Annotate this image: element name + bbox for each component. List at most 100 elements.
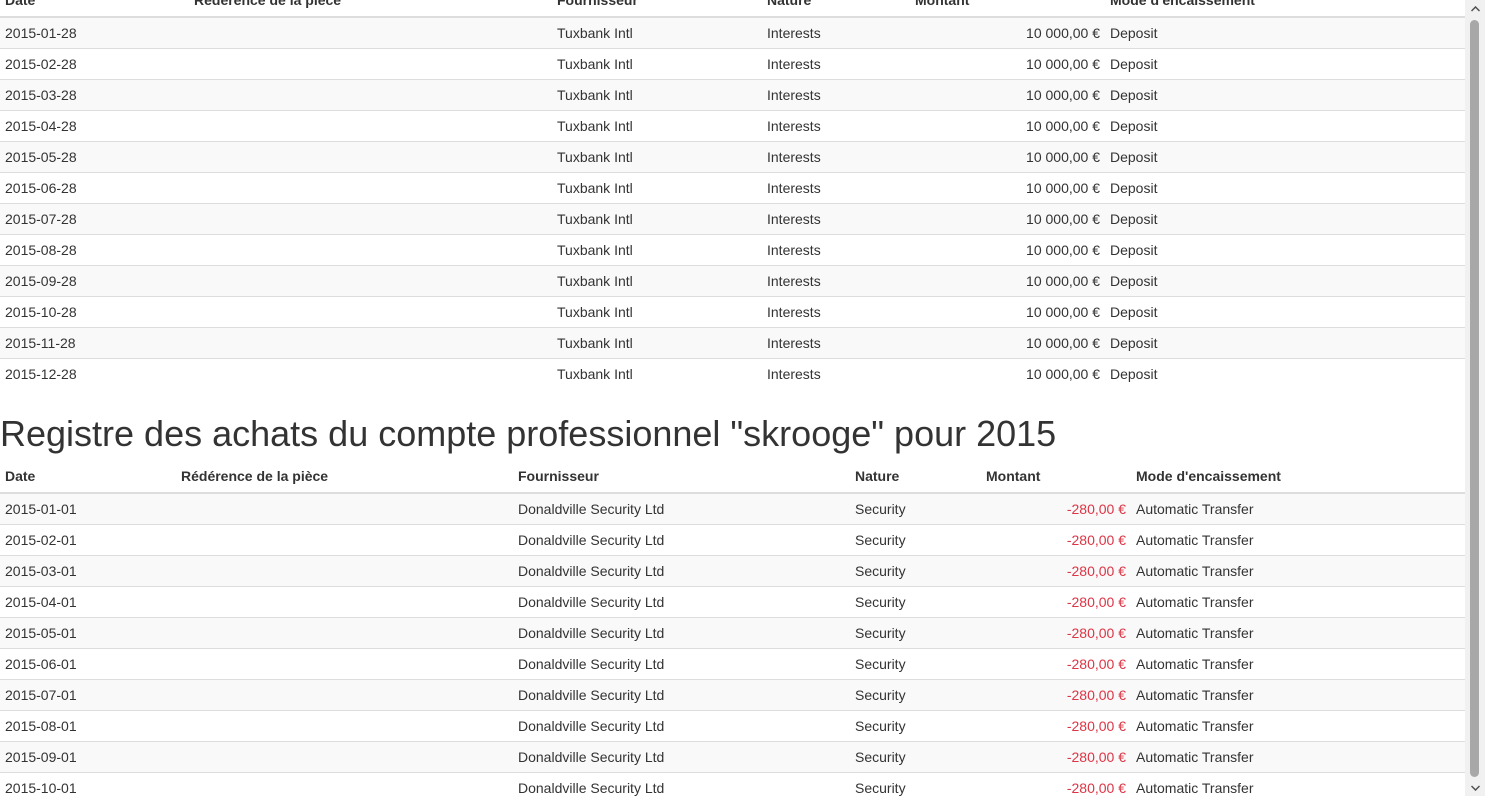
table-row: 2015-03-28 Tuxbank Intl Interests 10 000,00…: [0, 79, 1465, 111]
cell-supplier: Tuxbank Intl: [552, 234, 762, 266]
cell-payment-mode: Automatic Transfer: [1131, 586, 1465, 618]
vertical-scrollbar[interactable]: [1465, 0, 1485, 796]
cell-supplier: Donaldville Security Ltd: [513, 679, 850, 711]
column-header-date[interactable]: Date: [0, 0, 189, 18]
cell-reference: [176, 710, 513, 742]
cell-payment-mode: Deposit: [1105, 79, 1465, 111]
purchases-table-body: 2015-01-01 Donaldville Security Ltd Securi…: [0, 492, 1465, 796]
cell-reference: [176, 741, 513, 773]
cell-date: 2015-10-28: [0, 296, 189, 328]
cell-amount: -280,00 €: [981, 772, 1131, 796]
cell-payment-mode: Deposit: [1105, 234, 1465, 266]
cell-payment-mode: Deposit: [1105, 265, 1465, 297]
column-header-nature[interactable]: Nature: [762, 0, 910, 18]
cell-amount: 10 000,00 €: [910, 79, 1105, 111]
cell-reference: [189, 234, 552, 266]
table-row: 2015-04-01 Donaldville Security Ltd Securi…: [0, 586, 1465, 618]
cell-payment-mode: Deposit: [1105, 141, 1465, 173]
cell-date: 2015-01-28: [0, 16, 189, 49]
chevron-down-icon[interactable]: [1465, 779, 1485, 796]
cell-supplier: Donaldville Security Ltd: [513, 555, 850, 587]
table-row: 2015-06-01 Donaldville Security Ltd Securi…: [0, 648, 1465, 680]
cell-nature: Interests: [762, 358, 910, 389]
cell-supplier: Tuxbank Intl: [552, 110, 762, 142]
cell-supplier: Donaldville Security Ltd: [513, 648, 850, 680]
cell-amount: -280,00 €: [981, 524, 1131, 556]
cell-amount: -280,00 €: [981, 648, 1131, 680]
cell-payment-mode: Automatic Transfer: [1131, 710, 1465, 742]
cell-reference: [176, 492, 513, 525]
cell-reference: [189, 79, 552, 111]
cell-reference: [189, 110, 552, 142]
cell-payment-mode: Deposit: [1105, 358, 1465, 389]
cell-nature: Interests: [762, 172, 910, 204]
cell-amount: -280,00 €: [981, 710, 1131, 742]
column-header-nature[interactable]: Nature: [850, 461, 981, 494]
cell-payment-mode: Automatic Transfer: [1131, 555, 1465, 587]
cell-date: 2015-03-28: [0, 79, 189, 111]
column-header-supplier[interactable]: Fournisseur: [552, 0, 762, 18]
column-header-reference[interactable]: Rédérence de la pièce: [176, 461, 513, 494]
cell-payment-mode: Automatic Transfer: [1131, 741, 1465, 773]
column-header-supplier[interactable]: Fournisseur: [513, 461, 850, 494]
cell-amount: -280,00 €: [981, 679, 1131, 711]
cell-payment-mode: Automatic Transfer: [1131, 617, 1465, 649]
cell-date: 2015-02-01: [0, 524, 176, 556]
cell-amount: 10 000,00 €: [910, 172, 1105, 204]
cell-date: 2015-01-01: [0, 492, 176, 525]
purchases-register-table: Date Rédérence de la pièce Fournisseur N…: [0, 461, 1465, 796]
cell-amount: 10 000,00 €: [910, 16, 1105, 49]
cell-nature: Security: [850, 679, 981, 711]
cell-payment-mode: Deposit: [1105, 110, 1465, 142]
cell-date: 2015-06-01: [0, 648, 176, 680]
table-row: 2015-09-01 Donaldville Security Ltd Securi…: [0, 741, 1465, 773]
column-header-amount[interactable]: Montant: [910, 0, 1105, 18]
cell-date: 2015-07-01: [0, 679, 176, 711]
cell-nature: Security: [850, 524, 981, 556]
chevron-up-icon[interactable]: [1465, 0, 1485, 17]
column-header-reference[interactable]: Rédérence de la pièce: [189, 0, 552, 18]
cell-date: 2015-06-28: [0, 172, 189, 204]
sales-register-table: Date Rédérence de la pièce Fournisseur N…: [0, 0, 1465, 389]
cell-amount: -280,00 €: [981, 555, 1131, 587]
cell-supplier: Donaldville Security Ltd: [513, 586, 850, 618]
table-row: 2015-06-28 Tuxbank Intl Interests 10 000,00…: [0, 172, 1465, 204]
column-header-payment-mode[interactable]: Mode d'encaissement: [1131, 461, 1465, 494]
table-row: 2015-07-28 Tuxbank Intl Interests 10 000,00…: [0, 203, 1465, 235]
cell-supplier: Tuxbank Intl: [552, 358, 762, 389]
cell-amount: 10 000,00 €: [910, 234, 1105, 266]
cell-nature: Security: [850, 710, 981, 742]
column-header-payment-mode[interactable]: Mode d'encaissement: [1105, 0, 1465, 18]
cell-payment-mode: Automatic Transfer: [1131, 492, 1465, 525]
column-header-date[interactable]: Date: [0, 461, 176, 494]
cell-payment-mode: Automatic Transfer: [1131, 679, 1465, 711]
cell-date: 2015-04-28: [0, 110, 189, 142]
cell-amount: 10 000,00 €: [910, 203, 1105, 235]
column-header-amount[interactable]: Montant: [981, 461, 1131, 494]
cell-date: 2015-04-01: [0, 586, 176, 618]
cell-payment-mode: Deposit: [1105, 48, 1465, 80]
cell-supplier: Tuxbank Intl: [552, 265, 762, 297]
cell-payment-mode: Deposit: [1105, 296, 1465, 328]
cell-supplier: Tuxbank Intl: [552, 141, 762, 173]
cell-reference: [189, 296, 552, 328]
cell-reference: [176, 679, 513, 711]
cell-date: 2015-07-28: [0, 203, 189, 235]
page-viewport: Date Rédérence de la pièce Fournisseur N…: [0, 0, 1465, 796]
cell-nature: Security: [850, 648, 981, 680]
cell-amount: -280,00 €: [981, 617, 1131, 649]
cell-reference: [189, 327, 552, 359]
cell-nature: Interests: [762, 79, 910, 111]
cell-nature: Interests: [762, 48, 910, 80]
table-row: 2015-07-01 Donaldville Security Ltd Securi…: [0, 679, 1465, 711]
cell-nature: Interests: [762, 110, 910, 142]
cell-supplier: Tuxbank Intl: [552, 48, 762, 80]
cell-supplier: Tuxbank Intl: [552, 172, 762, 204]
cell-amount: 10 000,00 €: [910, 141, 1105, 173]
table-row: 2015-11-28 Tuxbank Intl Interests 10 000,00…: [0, 327, 1465, 359]
cell-amount: 10 000,00 €: [910, 358, 1105, 389]
table-row: 2015-01-01 Donaldville Security Ltd Securi…: [0, 492, 1465, 525]
scrollbar-thumb[interactable]: [1470, 20, 1479, 777]
cell-reference: [189, 141, 552, 173]
page-content: Date Rédérence de la pièce Fournisseur N…: [0, 0, 1465, 796]
